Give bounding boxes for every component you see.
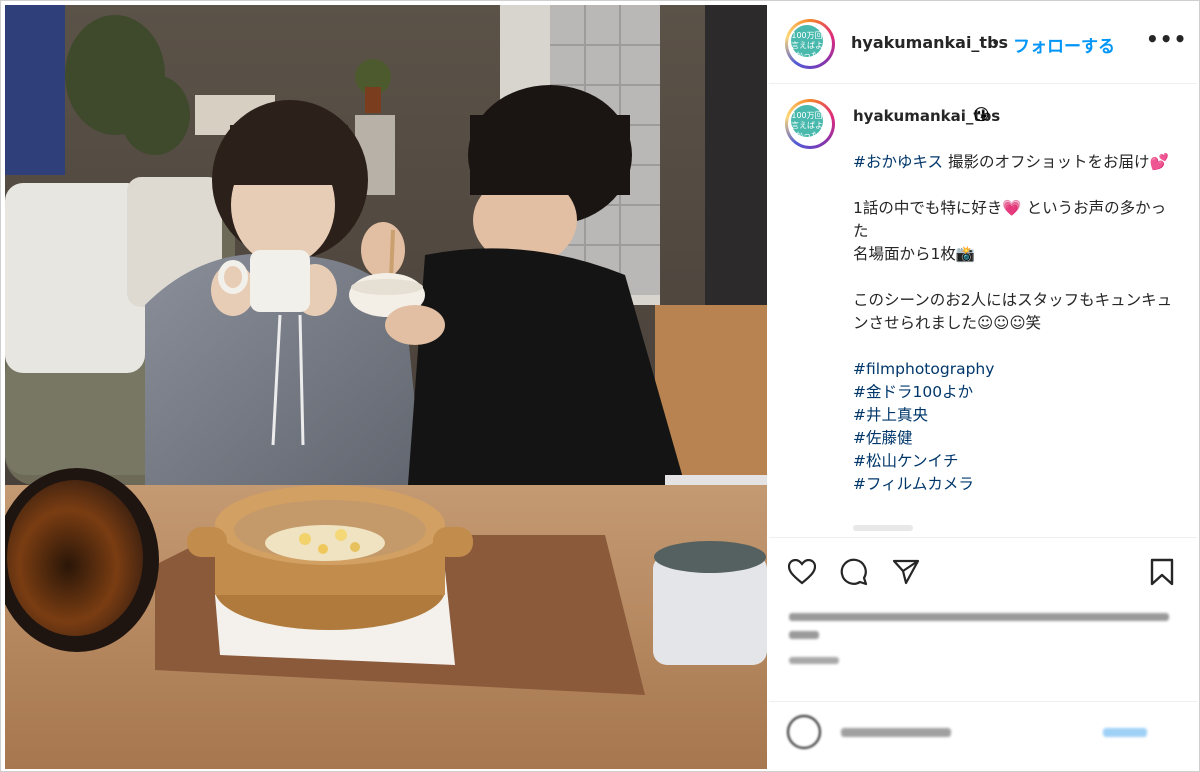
share-icon[interactable] (891, 557, 921, 587)
profile-avatar[interactable]: 100万回言えばよかった (785, 19, 835, 69)
hashtag-link[interactable]: #フィルムカメラ (853, 475, 974, 493)
comment-box (769, 705, 1197, 765)
post-comment-button[interactable] (1103, 723, 1147, 737)
caption-line: 名場面から1枚📸 (853, 243, 1173, 266)
instagram-post-window: 100万回言えばよかった hyakumankai_tbs • フォローする ••… (0, 0, 1200, 772)
caption-segment: このシーンのお2人にはスタッフもキュンキュンさせられました☺☺☺笑 (853, 291, 1173, 332)
post-photo[interactable] (5, 5, 767, 769)
hashtag-line: #佐藤健 (853, 427, 1173, 450)
more-options-icon[interactable]: ••• (1146, 27, 1187, 51)
caption-segment: 撮影のオフショットをお届け💕 (943, 153, 1169, 171)
hashtag-line: #filmphotography (853, 358, 1173, 381)
hashtag-line: #金ドラ100よか (853, 381, 1173, 404)
hashtag-line: #フィルムカメラ (853, 473, 1173, 496)
caption-avatar-logo: 100万回言えばよかった (791, 105, 823, 140)
caption-line: #おかゆキス 撮影のオフショットをお届け💕 (853, 151, 1173, 174)
hashtag-link[interactable]: #松山ケンイチ (853, 452, 959, 470)
caption-avatar[interactable]: 100万回言えばよかった (785, 99, 835, 149)
caption-line: 1話の中でも特に好き💗 というお声の多かった (853, 197, 1173, 243)
caption-segment: 1話の中でも特に好き💗 というお声の多かった (853, 199, 1167, 240)
follow-button[interactable]: フォローする (1013, 32, 1115, 57)
likes-blurred (789, 605, 1179, 639)
divider-bottom (769, 701, 1197, 702)
caption-emoji: 😘 (973, 105, 990, 124)
avatar-logo: 100万回言えばよかった (791, 25, 823, 60)
header-separator: • (991, 33, 1001, 52)
hashtag-link[interactable]: #金ドラ100よか (853, 383, 973, 401)
caption-text: #おかゆキス 撮影のオフショットをお届け💕 1話の中でも特に好き💗 というお声の多… (853, 151, 1173, 496)
hashtag-link[interactable]: #井上真央 (853, 406, 928, 424)
hashtag-line: #松山ケンイチ (853, 450, 1173, 473)
bookmark-icon[interactable] (1147, 557, 1177, 587)
timestamp-blurred (789, 657, 839, 664)
comment-input[interactable] (841, 723, 951, 737)
hashtag-link[interactable]: #佐藤健 (853, 429, 913, 447)
caption-segment: 名場面から1枚📸 (853, 245, 976, 263)
photo-illustration (5, 5, 767, 769)
divider (769, 537, 1197, 538)
post-header: 100万回言えばよかった hyakumankai_tbs • フォローする ••… (769, 5, 1197, 84)
comment-icon[interactable] (839, 557, 869, 587)
smiley-icon[interactable] (787, 715, 821, 749)
hashtag-link[interactable]: #filmphotography (853, 360, 994, 378)
caption-more-fade (853, 525, 913, 531)
post-actions (769, 545, 1197, 595)
heart-icon[interactable] (787, 557, 817, 587)
caption-line: このシーンのお2人にはスタッフもキュンキュンさせられました☺☺☺笑 (853, 289, 1173, 335)
hashtag-line: #井上真央 (853, 404, 1173, 427)
header-username[interactable]: hyakumankai_tbs (851, 33, 1008, 52)
hashtag-link[interactable]: #おかゆキス (853, 153, 943, 171)
post-sidebar: 100万回言えばよかった hyakumankai_tbs • フォローする ••… (769, 5, 1197, 769)
